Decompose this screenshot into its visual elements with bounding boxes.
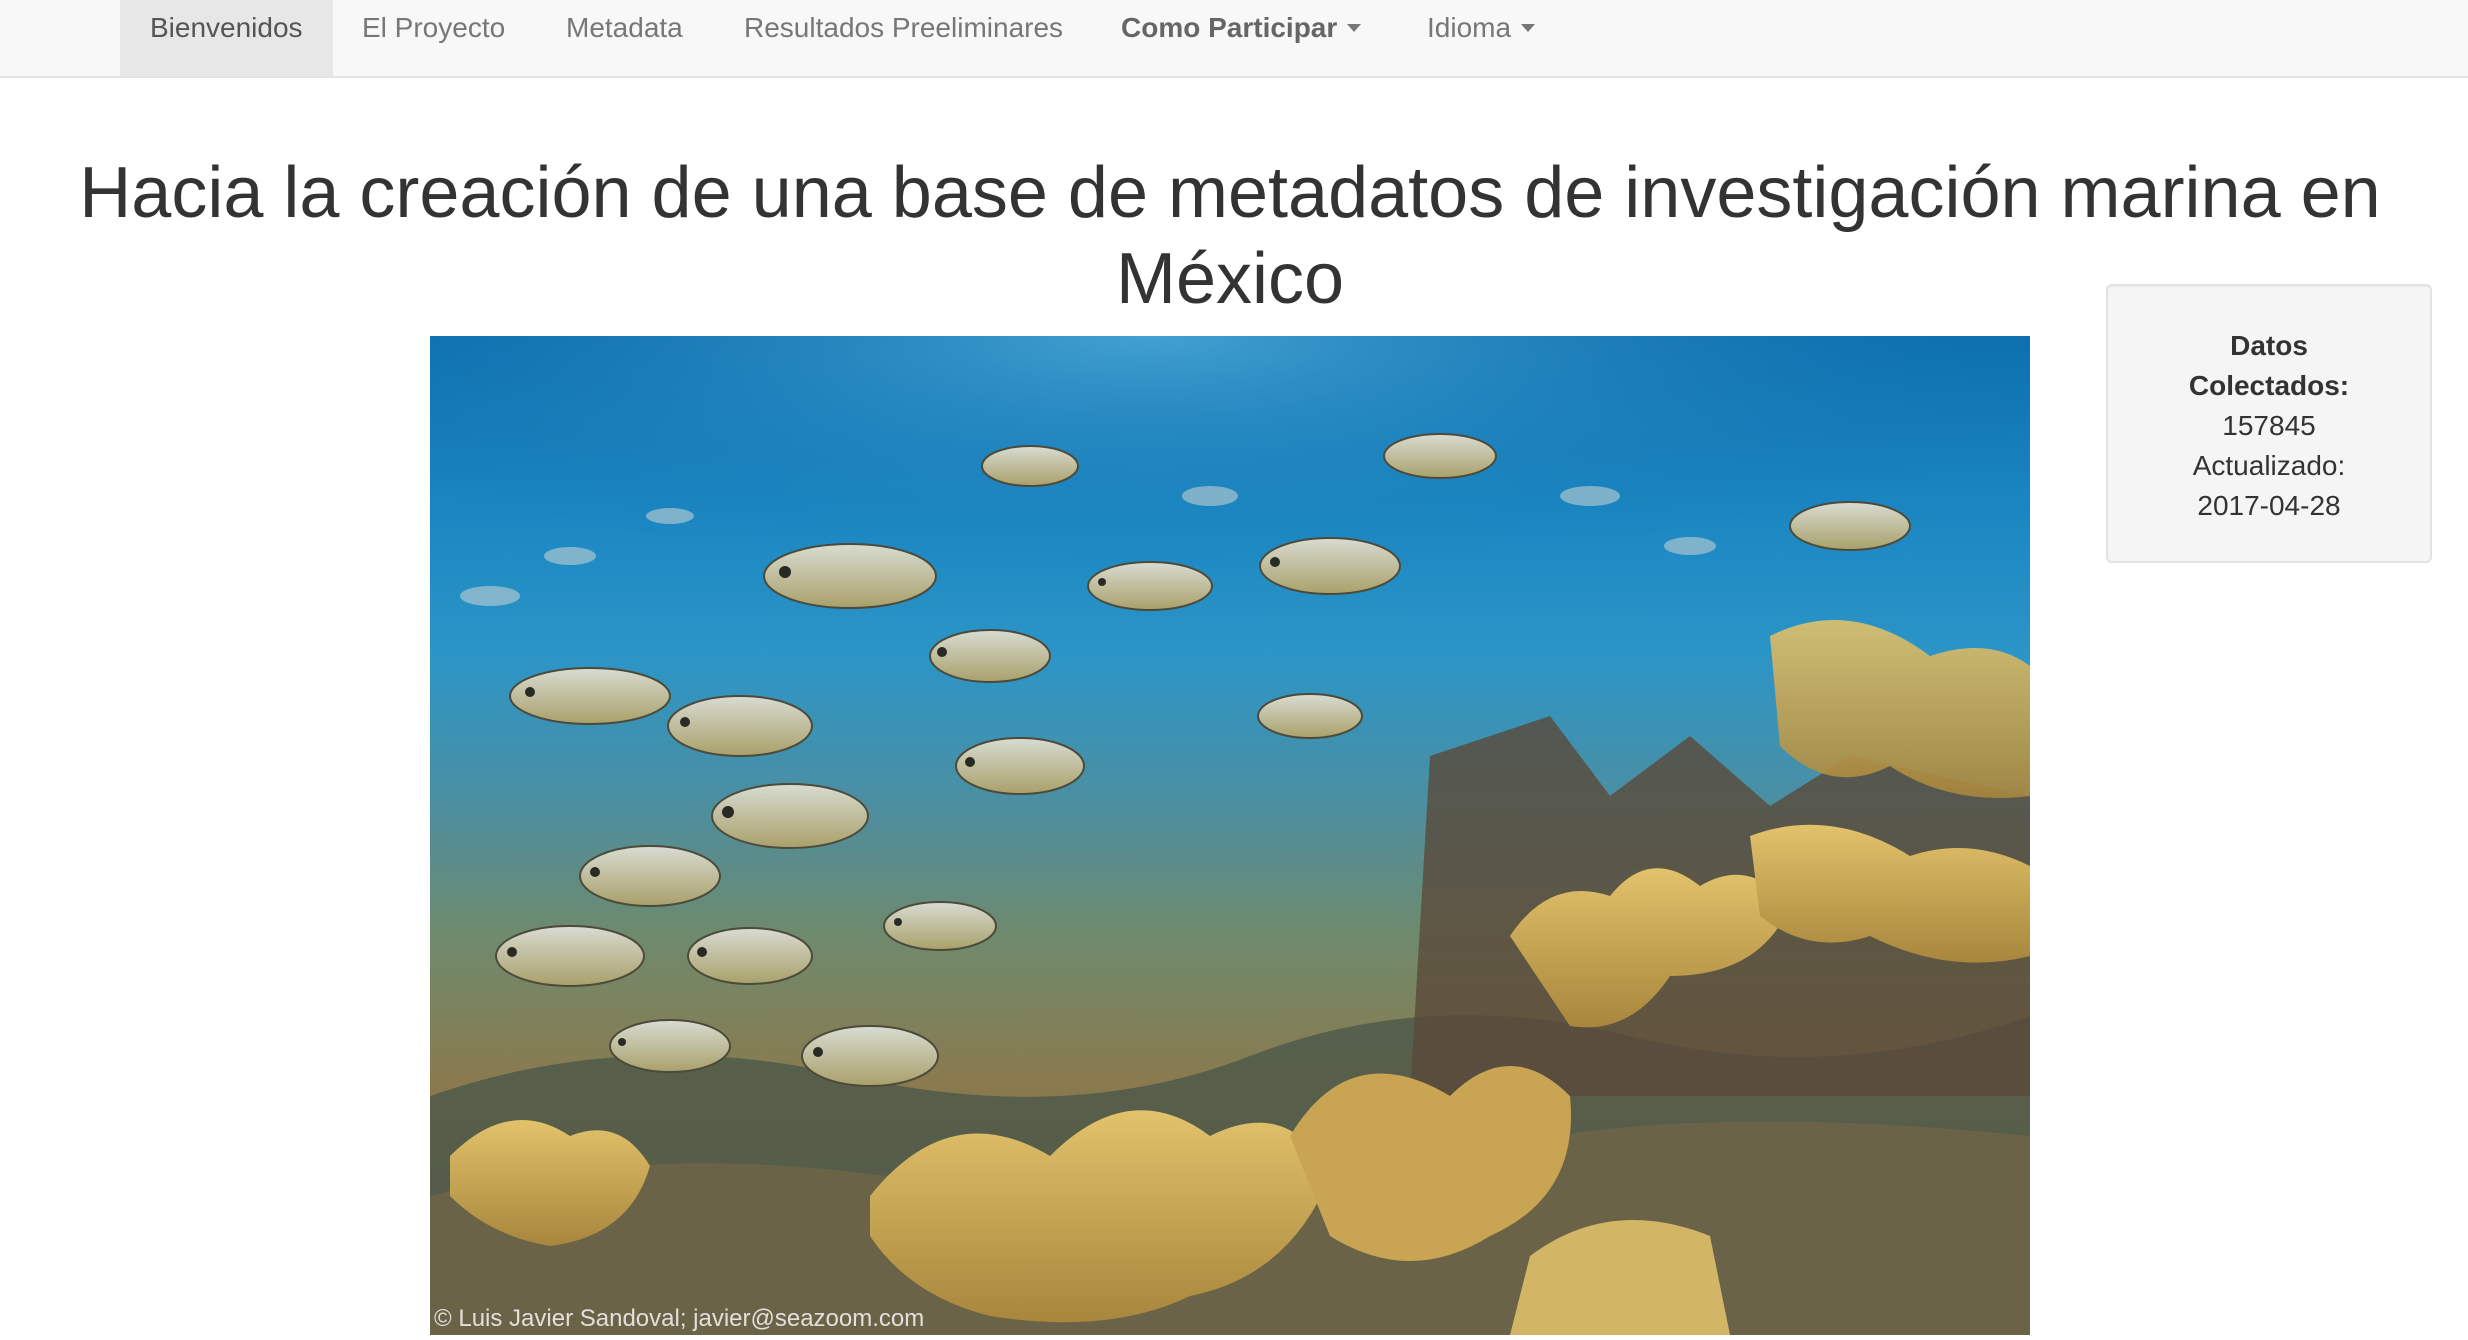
collected-value: 157845 [2222, 410, 2316, 441]
top-navbar: Bienvenidos El Proyecto Metadata Resulta… [0, 0, 2468, 78]
nav-item-metadata[interactable]: Metadata [566, 0, 683, 76]
page-title: Hacia la creación de una base de metadat… [0, 150, 2460, 322]
nav-item-label: Resultados Preeliminares [744, 12, 1064, 43]
nav-item-bienvenidos[interactable]: Bienvenidos [120, 0, 333, 76]
caret-down-icon [1521, 23, 1536, 32]
hero-image-coral-reef: © Luis Javier Sandoval; javier@seazoom.c… [430, 336, 2030, 1335]
updated-value: 2017-04-28 [2197, 490, 2341, 521]
nav-dropdown-idioma[interactable]: Idioma [1427, 0, 1536, 76]
nav-item-label: Idioma [1427, 12, 1512, 43]
photo-credit: © Luis Javier Sandoval; javier@seazoom.c… [434, 1305, 925, 1332]
nav-dropdown-como-participar[interactable]: Como Participar [1121, 0, 1362, 76]
nav-item-label: Metadata [566, 12, 683, 43]
nav-item-label: Bienvenidos [150, 12, 303, 43]
nav-item-label: Como Participar [1121, 12, 1338, 43]
updated-label: Actualizado: [2192, 450, 2346, 481]
nav-item-resultados-preeliminares[interactable]: Resultados Preeliminares [744, 0, 1063, 76]
page-title-line-2: México [1115, 239, 1345, 319]
coral-reef-illustration [430, 336, 2030, 1335]
page-title-line-1: Hacia la creación de una base de metadat… [79, 153, 2381, 233]
stats-well: Datos Colectados: 157845 Actualizado: 20… [2106, 284, 2432, 563]
collected-label-line-1: Datos [2230, 330, 2308, 361]
collected-label-line-2: Colectados: [2188, 370, 2350, 401]
nav-item-label: El Proyecto [362, 12, 506, 43]
caret-down-icon [1347, 23, 1362, 32]
nav-item-el-proyecto[interactable]: El Proyecto [362, 0, 505, 76]
